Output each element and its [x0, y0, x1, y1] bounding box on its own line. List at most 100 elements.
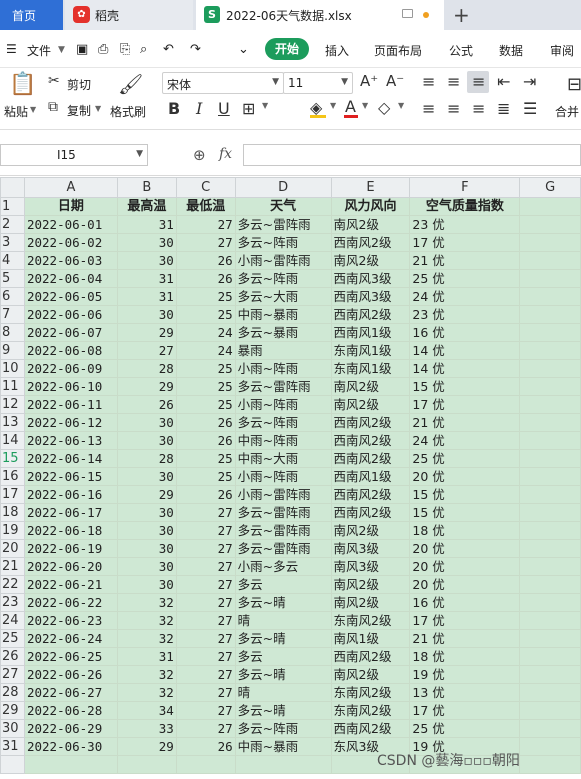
cell-weather[interactable]: 多云~阵雨: [234, 413, 332, 432]
cell-date[interactable]: 2022-06-18: [23, 521, 118, 540]
cell-low[interactable]: 25: [175, 395, 236, 414]
row-header[interactable]: 27: [0, 665, 25, 684]
tab-workbook[interactable]: S 2022-06天气数据.xlsx: [196, 0, 444, 30]
cell-high[interactable]: 31: [116, 269, 177, 288]
cell-date[interactable]: 2022-06-23: [23, 611, 118, 630]
cell-low[interactable]: 27: [175, 539, 236, 558]
cell-aqi[interactable]: 25 优: [409, 449, 521, 468]
cell-wind[interactable]: 南风2级: [330, 395, 411, 414]
cell-weather[interactable]: 多云~阵雨: [234, 269, 332, 288]
cell-wind[interactable]: 南风3级: [330, 539, 411, 558]
increase-font-icon[interactable]: A⁺: [360, 72, 378, 90]
cell-wind[interactable]: 南风2级: [330, 665, 411, 684]
cell-high[interactable]: 30: [116, 413, 177, 432]
cell-weather[interactable]: 多云: [234, 575, 332, 594]
cell-aqi[interactable]: 14 优: [409, 341, 521, 360]
empty-cell[interactable]: [519, 647, 581, 666]
cell-low[interactable]: 26: [175, 251, 236, 270]
cell-high[interactable]: 32: [116, 665, 177, 684]
cell-weather[interactable]: 小雨~多云: [234, 557, 332, 576]
font-family-select[interactable]: 宋体 ▼: [162, 72, 284, 94]
cell-weather[interactable]: 中雨~大雨: [234, 449, 332, 468]
cell-aqi[interactable]: 18 优: [409, 521, 521, 540]
cell-aqi[interactable]: 20 优: [409, 467, 521, 486]
cell-wind[interactable]: 西南风2级: [330, 305, 411, 324]
cell-high[interactable]: 32: [116, 683, 177, 702]
cell-weather[interactable]: 多云~晴: [234, 665, 332, 684]
cell-weather[interactable]: 多云~晴: [234, 593, 332, 612]
cell-high[interactable]: 29: [116, 323, 177, 342]
cell-low[interactable]: 26: [175, 431, 236, 450]
cell-low[interactable]: 27: [175, 665, 236, 684]
cell-date[interactable]: 2022-06-08: [23, 341, 118, 360]
cell-aqi[interactable]: 20 优: [409, 575, 521, 594]
row-header[interactable]: 25: [0, 629, 25, 648]
cell-aqi[interactable]: 25 优: [409, 269, 521, 288]
cell-aqi[interactable]: 20 优: [409, 557, 521, 576]
paste-chevron-down-icon[interactable]: ▼: [30, 105, 36, 114]
empty-cell[interactable]: [519, 575, 581, 594]
print-preview-icon[interactable]: ⌕: [140, 42, 147, 57]
cell-wind[interactable]: 西南风2级: [330, 485, 411, 504]
menu-file[interactable]: 文件: [27, 42, 51, 59]
align-center-icon[interactable]: ≡: [447, 99, 460, 118]
cell-weather[interactable]: 小雨~雷阵雨: [234, 251, 332, 270]
cell-wind[interactable]: 西南风2级: [330, 413, 411, 432]
formula-input[interactable]: [243, 144, 581, 166]
cell-high[interactable]: 32: [116, 611, 177, 630]
cell-aqi[interactable]: 23 优: [409, 305, 521, 324]
column-header[interactable]: G: [519, 177, 581, 198]
header-cell-high[interactable]: 最高温: [116, 197, 177, 216]
menu-review[interactable]: 审阅: [550, 42, 574, 59]
decrease-font-icon[interactable]: A⁻: [386, 72, 404, 90]
save-icon[interactable]: ▣: [76, 42, 88, 57]
empty-cell[interactable]: [519, 377, 581, 396]
copy-button[interactable]: 复制: [67, 102, 91, 119]
cell-high[interactable]: 29: [116, 485, 177, 504]
cell-wind[interactable]: 西南风2级: [330, 233, 411, 252]
header-cell-weather[interactable]: 天气: [234, 197, 332, 216]
empty-cell[interactable]: [175, 755, 236, 774]
empty-cell[interactable]: [519, 449, 581, 468]
cell-date[interactable]: 2022-06-25: [23, 647, 118, 666]
cell-date[interactable]: 2022-06-26: [23, 665, 118, 684]
cell-date[interactable]: 2022-06-10: [23, 377, 118, 396]
cell-low[interactable]: 27: [175, 683, 236, 702]
paste-icon[interactable]: 📋: [9, 72, 36, 97]
tab-docer[interactable]: ✿ 稻壳: [65, 0, 193, 30]
cell-low[interactable]: 27: [175, 701, 236, 720]
cell-wind[interactable]: 南风2级: [330, 593, 411, 612]
row-header[interactable]: 6: [0, 287, 25, 306]
empty-cell[interactable]: [519, 665, 581, 684]
cell-weather[interactable]: 中雨~暴雨: [234, 737, 332, 756]
empty-cell[interactable]: [519, 755, 581, 774]
header-cell-wind[interactable]: 风力风向: [330, 197, 411, 216]
cell-date[interactable]: 2022-06-16: [23, 485, 118, 504]
cell-weather[interactable]: 多云~晴: [234, 701, 332, 720]
cell-weather[interactable]: 晴: [234, 611, 332, 630]
cell-wind[interactable]: 西南风1级: [330, 323, 411, 342]
cell-weather[interactable]: 中雨~阵雨: [234, 431, 332, 450]
empty-cell[interactable]: [519, 323, 581, 342]
cell-date[interactable]: 2022-06-19: [23, 539, 118, 558]
cell-low[interactable]: 25: [175, 305, 236, 324]
cell-low[interactable]: 24: [175, 323, 236, 342]
cell-date[interactable]: 2022-06-15: [23, 467, 118, 486]
zoom-search-icon[interactable]: ⊕: [193, 146, 206, 164]
row-header[interactable]: 11: [0, 377, 25, 396]
cell-date[interactable]: 2022-06-11: [23, 395, 118, 414]
column-header[interactable]: D: [234, 177, 332, 198]
cell-low[interactable]: 27: [175, 611, 236, 630]
cell-wind[interactable]: 东南风2级: [330, 683, 411, 702]
select-all-corner[interactable]: [0, 177, 25, 198]
cell-low[interactable]: 24: [175, 341, 236, 360]
cell-weather[interactable]: 多云~雷阵雨: [234, 503, 332, 522]
row-header[interactable]: 16: [0, 467, 25, 486]
row-header[interactable]: 2: [0, 215, 25, 234]
cell-date[interactable]: 2022-06-21: [23, 575, 118, 594]
row-header[interactable]: 12: [0, 395, 25, 414]
empty-cell[interactable]: [519, 593, 581, 612]
cell-aqi[interactable]: 21 优: [409, 413, 521, 432]
empty-cell[interactable]: [519, 287, 581, 306]
column-header[interactable]: B: [116, 177, 177, 198]
